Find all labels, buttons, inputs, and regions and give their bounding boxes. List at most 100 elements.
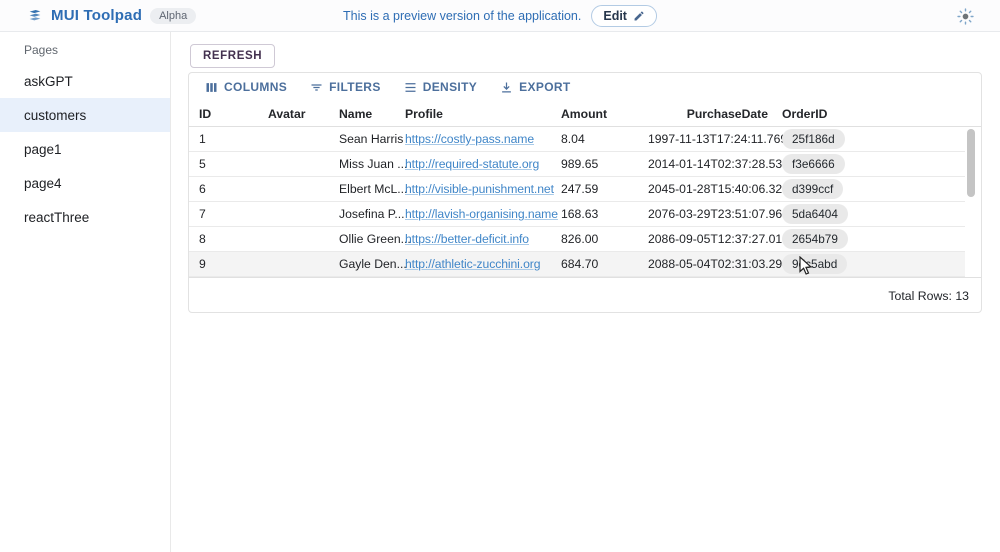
cell-profile: http://required-statute.org [395,157,551,171]
filter-icon [309,80,324,95]
grid-rows: 1 Sean Harris https://costly-pass.name 8… [189,127,965,277]
cell-profile: https://costly-pass.name [395,132,551,146]
cell-id: 6 [189,182,258,196]
cell-id: 5 [189,157,258,171]
column-header-id[interactable]: ID [189,107,258,121]
sidebar-item-askGPT[interactable]: askGPT [0,64,170,98]
cell-order-id: f3e6666 [778,154,965,174]
filters-button[interactable]: FILTERS [304,77,386,98]
sidebar: Pages askGPT customers page1 page4 react… [0,32,171,552]
sidebar-item-page4[interactable]: page4 [0,166,170,200]
columns-button[interactable]: COLUMNS [199,77,292,98]
cell-amount: 247.59 [551,182,638,196]
filters-button-label: FILTERS [329,80,381,94]
cell-id: 8 [189,232,258,246]
toolpad-logo-icon [27,8,43,24]
cell-amount: 989.65 [551,157,638,171]
sidebar-item-label: reactThree [24,210,89,225]
theme-toggle-button[interactable] [957,8,974,25]
cell-order-id: 25f186d [778,129,965,149]
sidebar-item-label: customers [24,108,86,123]
app-title: MUI Toolpad [51,7,142,24]
cell-amount: 684.70 [551,257,638,271]
cell-profile: http://lavish-organising.name [395,207,551,221]
export-button-label: EXPORT [519,80,570,94]
sidebar-item-label: page4 [24,176,62,191]
edit-button[interactable]: Edit [591,5,657,27]
alpha-badge: Alpha [150,8,196,24]
cell-purchase-date: 2014-01-14T02:37:28.536Z [638,157,778,171]
cell-amount: 168.63 [551,207,638,221]
export-icon [499,80,514,95]
refresh-button[interactable]: REFRESH [190,44,275,68]
column-header-avatar[interactable]: Avatar [258,107,329,121]
density-button-label: DENSITY [423,80,477,94]
density-icon [403,80,418,95]
sidebar-item-label: page1 [24,142,62,157]
table-row[interactable]: 9 Gayle Den... http://athletic-zucchini.… [189,252,965,277]
table-row[interactable]: 1 Sean Harris https://costly-pass.name 8… [189,127,965,152]
order-id-chip: f3e6666 [782,154,845,174]
cell-name: Ollie Green... [329,232,395,246]
edit-button-label: Edit [603,9,627,23]
cell-name: Sean Harris [329,132,395,146]
cell-name: Gayle Den... [329,257,395,271]
cell-purchase-date: 2088-05-04T02:31:03.294Z [638,257,778,271]
cell-id: 9 [189,257,258,271]
column-header-amount[interactable]: Amount [551,107,638,121]
profile-link[interactable]: https://better-deficit.info [405,232,529,246]
cell-name: Elbert McL... [329,182,395,196]
vertical-scrollbar-thumb[interactable] [967,129,975,197]
order-id-chip: 5da6404 [782,204,848,224]
sidebar-item-reactThree[interactable]: reactThree [0,200,170,234]
sidebar-item-page1[interactable]: page1 [0,132,170,166]
cell-order-id: 9dc5abd [778,254,965,274]
cell-name: Miss Juan ... [329,157,395,171]
cell-profile: http://visible-punishment.net [395,182,551,196]
cell-profile: https://better-deficit.info [395,232,551,246]
cell-order-id: 5da6404 [778,204,965,224]
grid-header-row: ID Avatar Name Profile Amount PurchaseDa… [189,101,981,127]
column-header-name[interactable]: Name [329,107,395,121]
cell-id: 7 [189,207,258,221]
table-row[interactable]: 6 Elbert McL... http://visible-punishmen… [189,177,965,202]
profile-link[interactable]: https://costly-pass.name [405,132,534,146]
cell-amount: 8.04 [551,132,638,146]
cell-purchase-date: 2076-03-29T23:51:07.968Z [638,207,778,221]
pencil-icon [633,10,645,22]
profile-link[interactable]: http://visible-punishment.net [405,182,554,196]
table-row[interactable]: 7 Josefina P... http://lavish-organising… [189,202,965,227]
pages-section-label: Pages [0,32,170,57]
sun-icon [957,8,974,25]
profile-link[interactable]: http://lavish-organising.name [405,207,558,221]
column-header-purchasedate[interactable]: PurchaseDate [638,107,778,121]
brand: MUI Toolpad Alpha [27,7,196,24]
order-id-chip: d399ccf [782,179,843,199]
column-header-orderid[interactable]: OrderID [778,107,981,121]
profile-link[interactable]: http://required-statute.org [405,157,539,171]
order-id-chip: 25f186d [782,129,845,149]
order-id-chip: 9dc5abd [782,254,847,274]
preview-banner-text: This is a preview version of the applica… [343,9,581,23]
topbar: MUI Toolpad Alpha This is a preview vers… [0,0,1000,32]
column-header-profile[interactable]: Profile [395,107,551,121]
cell-profile: http://athletic-zucchini.org [395,257,551,271]
density-button[interactable]: DENSITY [398,77,482,98]
total-rows-label: Total Rows: 13 [888,289,969,303]
sidebar-item-customers[interactable]: customers [0,98,170,132]
order-id-chip: 2654b79 [782,229,848,249]
cell-name: Josefina P... [329,207,395,221]
export-button[interactable]: EXPORT [494,77,575,98]
sidebar-nav-list: askGPT customers page1 page4 reactThree [0,64,170,234]
data-grid-card: COLUMNS FILTERS DENSITY EXPORT ID Avatar… [188,72,982,313]
cell-purchase-date: 1997-11-13T17:24:11.769Z [638,132,778,146]
cell-purchase-date: 2045-01-28T15:40:06.325Z [638,182,778,196]
cell-amount: 826.00 [551,232,638,246]
table-row[interactable]: 5 Miss Juan ... http://required-statute.… [189,152,965,177]
sidebar-item-label: askGPT [24,74,73,89]
columns-button-label: COLUMNS [224,80,287,94]
cell-id: 1 [189,132,258,146]
columns-icon [204,80,219,95]
table-row[interactable]: 8 Ollie Green... https://better-deficit.… [189,227,965,252]
profile-link[interactable]: http://athletic-zucchini.org [405,257,540,271]
